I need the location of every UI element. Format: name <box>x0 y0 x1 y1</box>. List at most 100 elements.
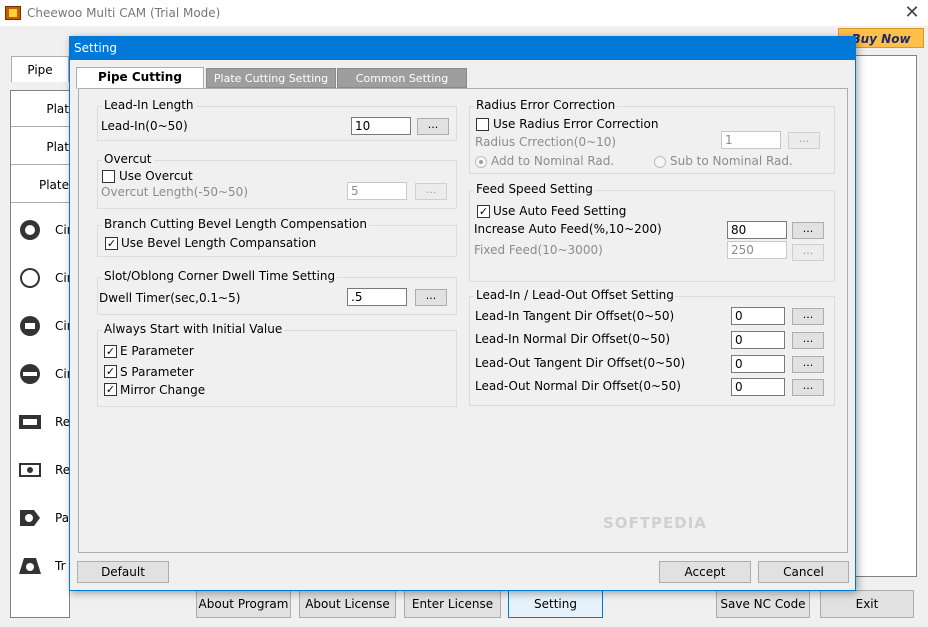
radius-value-label: Radius Crrection(0~10) <box>475 135 617 149</box>
lead-out-tangent-label: Lead-Out Tangent Dir Offset(0~50) <box>475 356 686 370</box>
cancel-button[interactable]: Cancel <box>758 561 849 583</box>
about-program-button[interactable]: About Program <box>196 590 291 618</box>
radius-correction-checkbox[interactable] <box>476 118 489 131</box>
dialog-title: Setting <box>74 41 117 55</box>
dwell-timer-browse-button[interactable]: ... <box>415 289 447 306</box>
fixed-feed-label: Fixed Feed(10~3000) <box>474 243 603 257</box>
fixed-feed-input[interactable]: 250 <box>727 241 787 259</box>
shape-circle-open[interactable]: Cir <box>18 260 70 294</box>
shape-label: Cir <box>55 319 70 333</box>
dwell-timer-label: Dwell Timer(sec,0.1~5) <box>99 291 241 305</box>
mirror-change-checkbox[interactable]: ✓ <box>104 383 117 396</box>
lead-out-normal-browse-button[interactable]: ... <box>792 379 824 396</box>
pentagon-icon <box>20 510 40 526</box>
increase-auto-feed-label: Increase Auto Feed(%,10~200) <box>474 222 662 236</box>
plate-button-3[interactable]: Plate <box>11 167 69 203</box>
auto-feed-browse-button[interactable]: ... <box>792 222 824 239</box>
group-title: Overcut <box>102 152 154 166</box>
group-title: Lead-In / Lead-Out Offset Setting <box>474 288 676 302</box>
accept-button[interactable]: Accept <box>659 561 751 583</box>
use-overcut-label: Use Overcut <box>119 169 193 183</box>
shape-rectangle[interactable]: Re <box>18 404 70 438</box>
enter-license-button[interactable]: Enter License <box>404 590 501 618</box>
lead-in-tangent-input[interactable]: 0 <box>731 307 785 325</box>
dialog-titlebar[interactable]: Setting <box>70 37 855 60</box>
circle-open-icon <box>20 268 40 288</box>
use-overcut-checkbox[interactable] <box>102 170 115 183</box>
shape-pentagon[interactable]: Pa <box>18 500 70 534</box>
fixed-feed-browse-button[interactable]: ... <box>792 244 824 261</box>
auto-feed-label: Use Auto Feed Setting <box>493 204 627 218</box>
lead-in-normal-browse-button[interactable]: ... <box>792 332 824 349</box>
overcut-length-label: Overcut Length(-50~50) <box>101 185 248 199</box>
increase-auto-feed-input[interactable]: 80 <box>727 221 787 239</box>
right-panel <box>852 55 917 577</box>
group-title: Feed Speed Setting <box>474 182 595 196</box>
save-nc-code-button[interactable]: Save NC Code <box>716 590 810 618</box>
shape-rectangle-hole[interactable]: Re <box>18 452 70 486</box>
trapezoid-icon <box>19 558 41 574</box>
circle-slot-icon <box>20 316 40 336</box>
plate-button-1[interactable]: Plat <box>11 91 69 127</box>
shape-circle-ring[interactable]: Cir <box>18 212 70 246</box>
overcut-length-input[interactable]: 5 <box>347 182 407 200</box>
dwell-timer-input[interactable]: .5 <box>347 288 407 306</box>
window-title: Cheewoo Multi CAM (Trial Mode) <box>27 6 221 20</box>
rectangle-hole-icon <box>19 463 41 477</box>
lead-in-tangent-label: Lead-In Tangent Dir Offset(0~50) <box>475 309 675 323</box>
shape-label: Cir <box>55 223 70 237</box>
radius-value-input[interactable]: 1 <box>721 131 781 149</box>
auto-feed-checkbox[interactable]: ✓ <box>477 205 490 218</box>
s-parameter-checkbox[interactable]: ✓ <box>104 365 117 378</box>
shape-trapezoid[interactable]: Tr <box>18 548 70 582</box>
shape-label: Re <box>55 415 70 429</box>
tab-plate-cutting[interactable]: Plate Cutting Setting <box>206 68 336 88</box>
mirror-change-label: Mirror Change <box>120 383 206 397</box>
app-logo-icon <box>5 6 21 20</box>
add-nominal-radio[interactable] <box>475 156 487 168</box>
lead-in-normal-label: Lead-In Normal Dir Offset(0~50) <box>475 332 671 346</box>
sub-nominal-radio[interactable] <box>654 156 666 168</box>
sub-nominal-label: Sub to Nominal Rad. <box>670 154 793 168</box>
bevel-compensation-label: Use Bevel Length Compansation <box>121 236 317 250</box>
about-license-button[interactable]: About License <box>299 590 396 618</box>
tab-pipe[interactable]: Pipe <box>11 56 69 82</box>
add-nominal-label: Add to Nominal Rad. <box>491 154 615 168</box>
group-title: Always Start with Initial Value <box>102 322 285 336</box>
shape-label: Pa <box>55 511 70 525</box>
lead-out-tangent-browse-button[interactable]: ... <box>792 356 824 373</box>
shape-label: Re <box>55 463 70 477</box>
group-title: Lead-In Length <box>102 98 196 112</box>
radius-browse-button[interactable]: ... <box>788 132 820 149</box>
softpedia-watermark: SOFTPEDIA <box>603 514 707 532</box>
shape-circle-bar[interactable]: Cir <box>18 356 70 390</box>
shape-circle-slot[interactable]: Cir <box>18 308 70 342</box>
setting-button[interactable]: Setting <box>508 590 603 618</box>
circle-bar-icon <box>20 364 40 384</box>
lead-in-browse-button[interactable]: ... <box>417 118 449 135</box>
shape-label: Tr <box>55 559 66 573</box>
plate-button-2[interactable]: Plat <box>11 129 69 165</box>
rectangle-icon <box>19 415 41 429</box>
default-button[interactable]: Default <box>77 561 169 583</box>
lead-in-input[interactable]: 10 <box>351 117 411 135</box>
close-icon[interactable]: ✕ <box>900 2 924 24</box>
group-title: Slot/Oblong Corner Dwell Time Setting <box>102 269 338 283</box>
tab-common[interactable]: Common Setting <box>337 68 467 88</box>
lead-out-normal-input[interactable]: 0 <box>731 378 785 396</box>
exit-button[interactable]: Exit <box>820 590 914 618</box>
tab-pipe-cutting[interactable]: Pipe Cutting Setting <box>76 67 204 103</box>
lead-in-normal-input[interactable]: 0 <box>731 331 785 349</box>
lead-out-tangent-input[interactable]: 0 <box>731 355 785 373</box>
e-parameter-checkbox[interactable]: ✓ <box>104 345 117 358</box>
s-parameter-label: S Parameter <box>120 365 194 379</box>
bevel-compensation-checkbox[interactable]: ✓ <box>105 237 118 250</box>
radius-correction-label: Use Radius Error Correction <box>493 117 659 131</box>
lead-in-tangent-browse-button[interactable]: ... <box>792 308 824 325</box>
group-title: Branch Cutting Bevel Length Compensation <box>102 217 369 231</box>
shape-label: Cir <box>55 271 70 285</box>
setting-dialog: Setting Pipe Cutting Setting Plate Cutti… <box>69 36 856 591</box>
shape-label: Cir <box>55 367 70 381</box>
group-title: Radius Error Correction <box>474 98 618 112</box>
overcut-browse-button[interactable]: ... <box>415 183 447 200</box>
